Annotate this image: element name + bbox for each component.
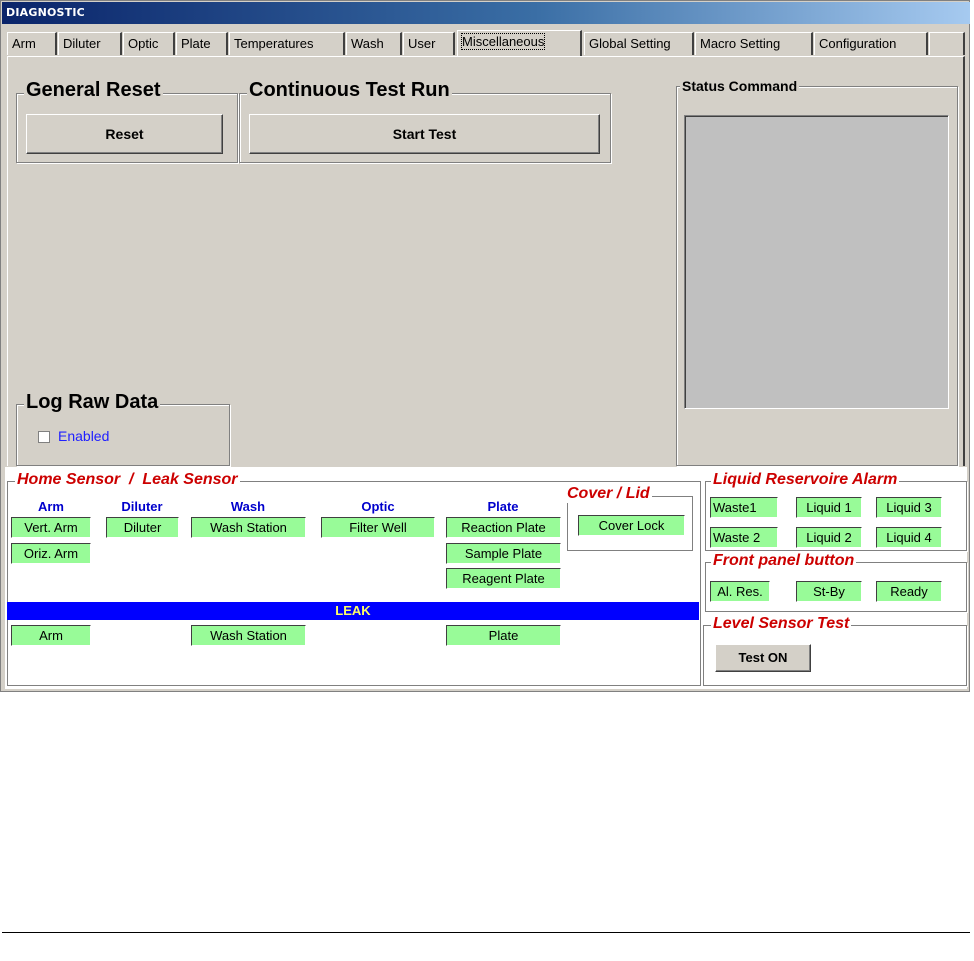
column-header-arm: Arm (37, 499, 64, 514)
enabled-checkbox[interactable] (38, 431, 50, 443)
reagent-plate-indicator: Reagent Plate (446, 568, 561, 589)
leak-plate-indicator: Plate (446, 625, 561, 646)
general-reset-title: General Reset (24, 79, 163, 102)
leak-banner: LEAK (7, 602, 699, 620)
ready-indicator: Ready (876, 581, 942, 602)
liquid2-indicator: Liquid 2 (796, 527, 862, 548)
log-raw-data-title: Log Raw Data (24, 391, 161, 414)
column-header-optic: Optic (361, 499, 395, 514)
level-sensor-title: Level Sensor Test (711, 615, 852, 633)
start-test-button[interactable]: Start Test (249, 114, 600, 154)
oriz-arm-indicator: Oriz. Arm (11, 543, 91, 564)
wash-station-indicator: Wash Station (191, 517, 306, 538)
front-panel-title: Front panel button (711, 552, 857, 570)
window-title: DIAGNOSTIC (6, 6, 85, 19)
column-header-wash: Wash (230, 499, 266, 514)
tab-diluter[interactable]: Diluter (58, 32, 122, 55)
tab-macro-setting[interactable]: Macro Setting (695, 32, 813, 55)
leak-wash-station-indicator: Wash Station (191, 625, 306, 646)
page-footer-rule (2, 932, 970, 933)
tab-optic[interactable]: Optic (123, 32, 175, 55)
tab-global-setting[interactable]: Global Setting (584, 32, 694, 55)
test-on-button[interactable]: Test ON (715, 644, 811, 672)
al-res-indicator: Al. Res. (710, 581, 770, 602)
column-header-diluter: Diluter (121, 499, 163, 514)
tab-plate[interactable]: Plate (176, 32, 228, 55)
home-leak-sensor-title: Home Sensor / Leak Sensor (15, 471, 240, 489)
tab-configuration[interactable]: Configuration (814, 32, 928, 55)
st-by-indicator: St-By (796, 581, 862, 602)
column-header-plate: Plate (487, 499, 519, 514)
tab-user[interactable]: User (403, 32, 455, 55)
tab-temperatures[interactable]: Temperatures (229, 32, 345, 55)
reset-button[interactable]: Reset (26, 114, 223, 154)
vert-arm-indicator: Vert. Arm (11, 517, 91, 538)
status-command-title: Status Command (680, 78, 800, 94)
sample-plate-indicator: Sample Plate (446, 543, 561, 564)
cover-lid-title: Cover / Lid (565, 485, 652, 503)
tab-more[interactable] (929, 32, 965, 55)
liquid-reservoir-title: Liquid Reservoire Alarm (711, 471, 900, 489)
tab-wash[interactable]: Wash (346, 32, 402, 55)
tab-arm[interactable]: Arm (7, 32, 57, 55)
diagnostic-window: DIAGNOSTIC Arm Diluter Optic Plate Tempe… (0, 0, 970, 692)
cover-lock-indicator: Cover Lock (578, 515, 685, 536)
waste1-indicator: Waste1 (710, 497, 778, 518)
liquid1-indicator: Liquid 1 (796, 497, 862, 518)
diluter-indicator: Diluter (106, 517, 179, 538)
enabled-label[interactable]: Enabled (58, 428, 109, 444)
status-command-output[interactable] (684, 115, 949, 409)
title-bar[interactable]: DIAGNOSTIC (2, 2, 970, 24)
liquid3-indicator: Liquid 3 (876, 497, 942, 518)
continuous-test-title: Continuous Test Run (247, 79, 452, 102)
tab-miscellaneous[interactable]: Miscellaneous (457, 30, 582, 56)
leak-arm-indicator: Arm (11, 625, 91, 646)
tab-strip: Arm Diluter Optic Plate Temperatures Was… (5, 30, 967, 57)
filter-well-indicator: Filter Well (321, 517, 435, 538)
liquid4-indicator: Liquid 4 (876, 527, 942, 548)
reaction-plate-indicator: Reaction Plate (446, 517, 561, 538)
sensor-status-area: Home Sensor / Leak Sensor Arm Diluter Wa… (5, 467, 967, 689)
waste2-indicator: Waste 2 (710, 527, 778, 548)
miscellaneous-panel: General Reset Reset Continuous Test Run … (7, 56, 965, 466)
